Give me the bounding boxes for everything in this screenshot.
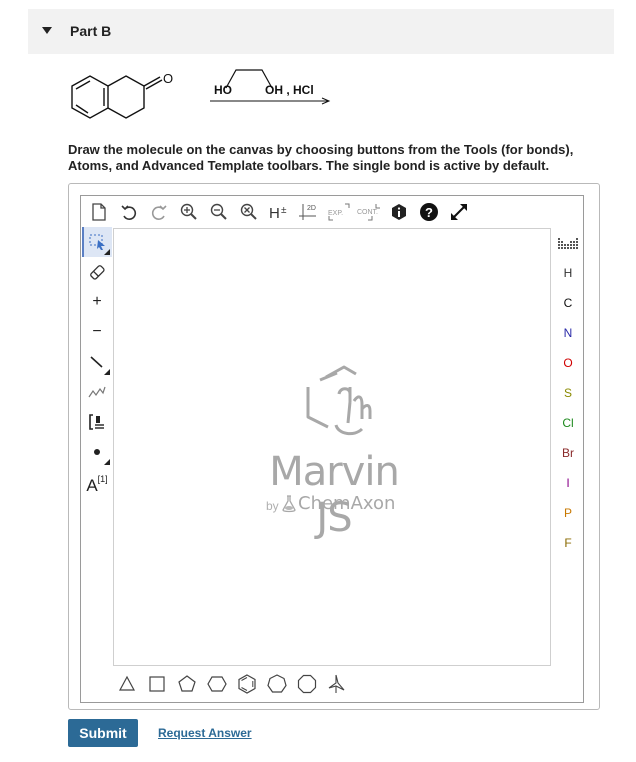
pentagon-template-icon[interactable] <box>172 670 202 698</box>
radical-tool-icon[interactable] <box>82 437 112 467</box>
answer-actions: Submit Request Answer <box>68 719 252 747</box>
chain-tool-icon[interactable] <box>82 377 112 407</box>
beta-tetralone-structure <box>71 75 163 119</box>
templates-toolbar <box>112 670 352 698</box>
atom-map-tool[interactable]: A [1] <box>82 467 112 497</box>
reagent-oh-hcl-label: OH , HCl <box>265 83 314 97</box>
atom-symbol-label: O <box>563 356 573 370</box>
request-answer-link[interactable]: Request Answer <box>158 726 252 740</box>
atoms-toolbar: H C N O S Cl Br I P F <box>553 228 583 558</box>
single-bond-tool-icon[interactable] <box>82 347 112 377</box>
atom-button-cl[interactable]: Cl <box>553 408 583 438</box>
decrease-charge-tool[interactable]: − <box>82 317 112 347</box>
atom-button-f[interactable]: F <box>553 528 583 558</box>
atom-symbol-label: P <box>563 506 572 520</box>
chemaxon-text: ChemAxon <box>298 493 396 514</box>
square-template-icon[interactable] <box>142 670 172 698</box>
redo-icon[interactable] <box>144 198 174 226</box>
instructions-text: Draw the molecule on the canvas by choos… <box>68 142 574 173</box>
rectangle-select-tool-icon[interactable] <box>82 227 112 257</box>
eraser-tool-icon[interactable] <box>82 257 112 287</box>
reaction-arrow <box>210 97 331 105</box>
atom-symbol-label: H <box>563 266 573 280</box>
part-title: Part B <box>70 23 112 39</box>
atom-button-i[interactable]: I <box>553 468 583 498</box>
brand-by-text: by <box>266 499 279 513</box>
zoom-reset-icon[interactable] <box>234 198 264 226</box>
submit-button[interactable]: Submit <box>68 719 138 747</box>
hexagon-template-icon[interactable] <box>202 670 232 698</box>
marvin-logo-graphic <box>306 365 372 436</box>
periodic-table-icon[interactable] <box>553 228 583 258</box>
atom-buttons: H C N O S Cl Br I P F <box>553 258 583 558</box>
svg-text:?: ? <box>425 205 433 220</box>
tools-toolbar: + − A [1] <box>82 227 112 497</box>
atom-button-br[interactable]: Br <box>553 438 583 468</box>
svg-text:H: H <box>269 205 280 221</box>
atom-button-n[interactable]: N <box>553 318 583 348</box>
contract-icon[interactable]: CONT. <box>354 198 384 226</box>
ketone-oxygen-label: O <box>163 71 173 86</box>
submenu-corner-icon <box>104 369 110 375</box>
atom-map-label: A <box>86 476 98 495</box>
zoom-out-icon[interactable] <box>204 198 234 226</box>
submenu-corner-icon <box>104 459 110 465</box>
atom-symbol-label: S <box>563 386 572 400</box>
info-icon[interactable] <box>384 198 414 226</box>
svg-text:±: ± <box>281 205 287 216</box>
benzene-template-icon[interactable] <box>232 670 262 698</box>
submenu-corner-icon <box>104 249 110 255</box>
svg-text:CONT.: CONT. <box>357 209 378 216</box>
expand-icon[interactable]: EXP. <box>324 198 354 226</box>
atom-symbol-label: Cl <box>562 416 574 430</box>
svg-text:2D: 2D <box>307 205 316 212</box>
atom-button-c[interactable]: C <box>553 288 583 318</box>
atom-symbol-label: C <box>563 296 573 310</box>
undo-icon[interactable] <box>114 198 144 226</box>
sgroup-bracket-tool-icon[interactable] <box>82 407 112 437</box>
collapse-caret-icon[interactable] <box>42 27 52 34</box>
reaction-scheme: O HO OH , HCl <box>71 69 331 119</box>
atom-button-h[interactable]: H <box>553 258 583 288</box>
part-header[interactable]: Part B <box>28 9 614 54</box>
hydrogen-toggle-icon[interactable]: H ± <box>264 198 294 226</box>
svg-text:EXP.: EXP. <box>328 210 343 217</box>
fullscreen-icon[interactable] <box>444 198 474 226</box>
reagent-ho-label: HO <box>214 83 232 97</box>
marvin-hexagon-hand-icon <box>306 365 372 436</box>
drawing-canvas[interactable]: Marvin JS by ChemAxon <box>113 228 551 666</box>
atom-symbol-label: F <box>564 536 572 550</box>
triangle-template-icon[interactable] <box>112 670 142 698</box>
plus-icon: + <box>92 293 102 310</box>
atom-symbol-label: I <box>566 476 570 490</box>
top-toolbar: H ± 2D EXP. CONT. ? <box>84 198 474 226</box>
zoom-in-icon[interactable] <box>174 198 204 226</box>
heptagon-template-icon[interactable] <box>262 670 292 698</box>
clean-2d-icon[interactable]: 2D <box>294 198 324 226</box>
atom-map-index: [1] <box>97 474 108 484</box>
new-document-icon[interactable] <box>84 198 114 226</box>
atom-symbol-label: Br <box>562 446 574 460</box>
minus-icon: − <box>92 323 102 340</box>
flask-icon <box>282 495 296 513</box>
increase-charge-tool[interactable]: + <box>82 287 112 317</box>
atom-button-o[interactable]: O <box>553 348 583 378</box>
atom-button-s[interactable]: S <box>553 378 583 408</box>
atom-button-p[interactable]: P <box>553 498 583 528</box>
chair-template-icon[interactable] <box>322 670 352 698</box>
octagon-template-icon[interactable] <box>292 670 322 698</box>
atom-symbol-label: N <box>563 326 573 340</box>
help-icon[interactable]: ? <box>414 198 444 226</box>
